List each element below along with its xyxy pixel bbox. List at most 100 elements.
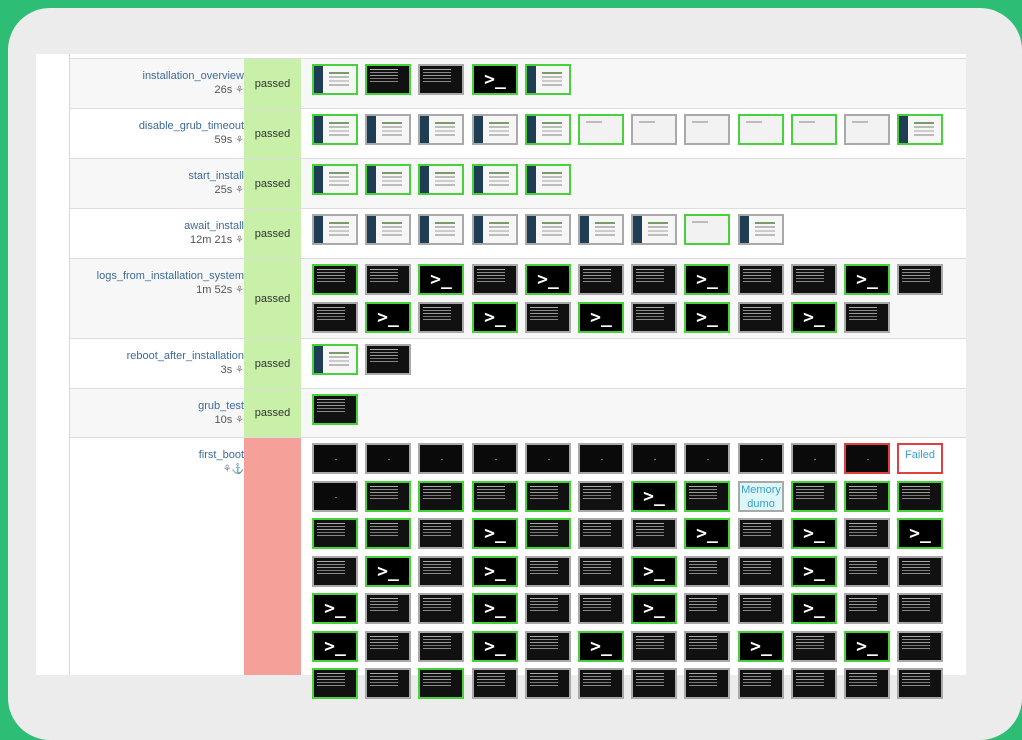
terminal-prompt-icon[interactable]: >_ bbox=[631, 556, 677, 587]
screenshot-thumbnail[interactable] bbox=[844, 668, 890, 699]
screenshot-thumbnail[interactable] bbox=[312, 114, 358, 145]
bug-pin-icon[interactable]: ⚘ bbox=[223, 464, 232, 475]
screenshot-thumbnail[interactable] bbox=[578, 518, 624, 549]
bug-pin-icon[interactable]: ⚘ bbox=[232, 185, 244, 196]
screenshot-thumbnail[interactable] bbox=[418, 556, 464, 587]
screenshot-thumbnail[interactable] bbox=[312, 556, 358, 587]
screenshot-thumbnail[interactable] bbox=[525, 302, 571, 333]
screenshot-thumbnail[interactable] bbox=[631, 631, 677, 662]
screenshot-thumbnail[interactable] bbox=[418, 114, 464, 145]
terminal-prompt-icon[interactable]: >_ bbox=[472, 631, 518, 662]
terminal-prompt-icon[interactable]: >_ bbox=[684, 302, 730, 333]
module-name-link[interactable]: first_boot bbox=[70, 449, 244, 461]
bug-pin-icon[interactable]: ⚘ bbox=[232, 135, 244, 146]
terminal-prompt-icon[interactable]: >_ bbox=[472, 593, 518, 624]
screenshot-thumbnail[interactable] bbox=[897, 114, 943, 145]
screenshot-thumbnail[interactable] bbox=[472, 443, 518, 474]
screenshot-thumbnail[interactable] bbox=[312, 518, 358, 549]
screenshot-thumbnail[interactable] bbox=[684, 214, 730, 245]
screenshot-thumbnail[interactable] bbox=[365, 214, 411, 245]
anchor-icon[interactable]: ⚓ bbox=[232, 464, 244, 475]
screenshot-thumbnail[interactable] bbox=[844, 114, 890, 145]
screenshot-thumbnail[interactable] bbox=[365, 631, 411, 662]
bug-pin-icon[interactable]: ⚘ bbox=[232, 415, 244, 426]
screenshot-thumbnail[interactable] bbox=[365, 518, 411, 549]
screenshot-thumbnail[interactable] bbox=[578, 668, 624, 699]
screenshot-thumbnail[interactable] bbox=[791, 668, 837, 699]
screenshot-thumbnail[interactable] bbox=[684, 668, 730, 699]
bug-pin-icon[interactable]: ⚘ bbox=[232, 285, 244, 296]
screenshot-thumbnail[interactable] bbox=[312, 302, 358, 333]
screenshot-thumbnail[interactable] bbox=[791, 631, 837, 662]
screenshot-thumbnail[interactable] bbox=[312, 344, 358, 375]
module-name-link[interactable]: start_install bbox=[70, 170, 244, 182]
screenshot-thumbnail[interactable] bbox=[418, 668, 464, 699]
terminal-prompt-icon[interactable]: >_ bbox=[578, 631, 624, 662]
terminal-prompt-icon[interactable]: >_ bbox=[525, 264, 571, 295]
screenshot-thumbnail[interactable] bbox=[312, 481, 358, 512]
screenshot-thumbnail[interactable] bbox=[684, 593, 730, 624]
screenshot-thumbnail[interactable] bbox=[844, 556, 890, 587]
screenshot-thumbnail[interactable] bbox=[525, 64, 571, 95]
screenshot-thumbnail[interactable] bbox=[472, 481, 518, 512]
screenshot-thumbnail[interactable] bbox=[738, 302, 784, 333]
bug-pin-icon[interactable]: ⚘ bbox=[232, 365, 244, 376]
module-name-link[interactable]: reboot_after_installation bbox=[70, 350, 244, 362]
bug-pin-icon[interactable]: ⚘ bbox=[232, 85, 244, 96]
screenshot-thumbnail[interactable] bbox=[365, 668, 411, 699]
screenshot-thumbnail[interactable] bbox=[418, 518, 464, 549]
screenshot-thumbnail[interactable] bbox=[418, 64, 464, 95]
screenshot-thumbnail[interactable] bbox=[578, 593, 624, 624]
screenshot-thumbnail[interactable] bbox=[844, 302, 890, 333]
screenshot-thumbnail[interactable] bbox=[631, 302, 677, 333]
screenshot-thumbnail[interactable] bbox=[312, 264, 358, 295]
screenshot-thumbnail[interactable] bbox=[738, 114, 784, 145]
screenshot-thumbnail[interactable] bbox=[684, 556, 730, 587]
screenshot-thumbnail[interactable] bbox=[365, 344, 411, 375]
screenshot-thumbnail[interactable] bbox=[312, 443, 358, 474]
terminal-prompt-icon[interactable]: >_ bbox=[738, 631, 784, 662]
screenshot-thumbnail[interactable] bbox=[738, 264, 784, 295]
screenshot-thumbnail[interactable] bbox=[312, 64, 358, 95]
screenshot-thumbnail[interactable] bbox=[365, 481, 411, 512]
screenshot-thumbnail[interactable] bbox=[418, 164, 464, 195]
screenshot-thumbnail[interactable] bbox=[418, 631, 464, 662]
screenshot-thumbnail[interactable] bbox=[631, 518, 677, 549]
terminal-prompt-icon[interactable]: >_ bbox=[365, 302, 411, 333]
terminal-prompt-icon[interactable]: >_ bbox=[578, 302, 624, 333]
screenshot-thumbnail[interactable] bbox=[365, 264, 411, 295]
screenshot-thumbnail[interactable] bbox=[525, 443, 571, 474]
screenshot-thumbnail[interactable] bbox=[897, 556, 943, 587]
terminal-prompt-icon[interactable]: >_ bbox=[844, 264, 890, 295]
screenshot-thumbnail[interactable] bbox=[738, 214, 784, 245]
screenshot-thumbnail[interactable] bbox=[525, 518, 571, 549]
screenshot-thumbnail[interactable] bbox=[897, 631, 943, 662]
module-name-link[interactable]: disable_grub_timeout bbox=[70, 120, 244, 132]
screenshot-thumbnail[interactable] bbox=[578, 481, 624, 512]
screenshot-thumbnail[interactable] bbox=[525, 214, 571, 245]
terminal-prompt-icon[interactable]: >_ bbox=[418, 264, 464, 295]
terminal-prompt-icon[interactable]: >_ bbox=[897, 518, 943, 549]
screenshot-thumbnail[interactable] bbox=[844, 518, 890, 549]
screenshot-thumbnail[interactable] bbox=[525, 164, 571, 195]
screenshot-thumbnail[interactable] bbox=[631, 264, 677, 295]
module-name-link[interactable]: grub_test bbox=[70, 400, 244, 412]
screenshot-thumbnail[interactable] bbox=[631, 668, 677, 699]
module-name-link[interactable]: await_install bbox=[70, 220, 244, 232]
screenshot-thumbnail[interactable] bbox=[525, 556, 571, 587]
screenshot-thumbnail[interactable] bbox=[791, 264, 837, 295]
bug-pin-icon[interactable]: ⚘ bbox=[232, 235, 244, 246]
screenshot-thumbnail[interactable] bbox=[365, 114, 411, 145]
terminal-prompt-icon[interactable]: >_ bbox=[844, 631, 890, 662]
screenshot-thumbnail[interactable] bbox=[684, 481, 730, 512]
terminal-prompt-icon[interactable]: >_ bbox=[472, 518, 518, 549]
screenshot-thumbnail[interactable] bbox=[844, 593, 890, 624]
screenshot-thumbnail[interactable] bbox=[738, 443, 784, 474]
screenshot-thumbnail[interactable] bbox=[525, 114, 571, 145]
terminal-prompt-icon[interactable]: >_ bbox=[631, 481, 677, 512]
screenshot-thumbnail[interactable] bbox=[312, 164, 358, 195]
screenshot-thumbnail[interactable] bbox=[525, 631, 571, 662]
screenshot-thumbnail[interactable] bbox=[365, 64, 411, 95]
screenshot-thumbnail[interactable] bbox=[897, 481, 943, 512]
terminal-prompt-icon[interactable]: >_ bbox=[684, 264, 730, 295]
